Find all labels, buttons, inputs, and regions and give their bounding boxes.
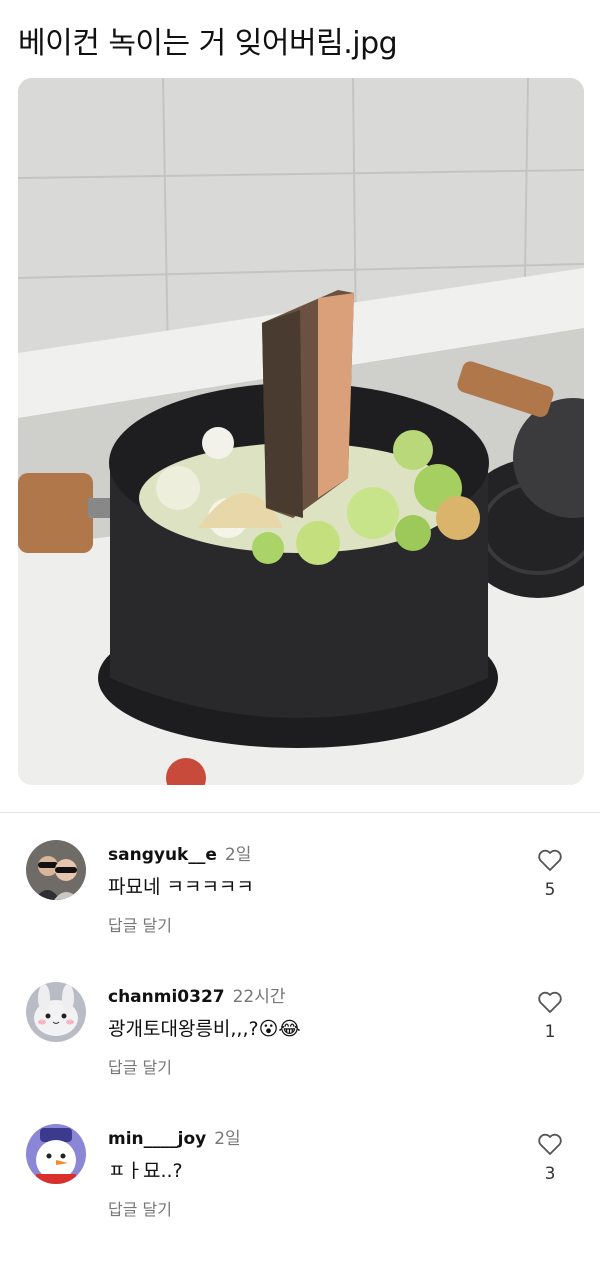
heart-icon[interactable]: [537, 1132, 563, 1156]
username[interactable]: min____joy: [108, 1129, 206, 1149]
snowman-avatar-icon: [26, 1124, 86, 1184]
like-button[interactable]: 5: [536, 848, 564, 900]
avatar[interactable]: [26, 1124, 86, 1184]
username[interactable]: sangyuk__e: [108, 845, 217, 865]
avatar[interactable]: [26, 982, 86, 1042]
comment-time: 22시간: [232, 987, 286, 1007]
comment-time: 2일: [214, 1129, 241, 1149]
reply-button[interactable]: 답글 달기: [108, 1054, 172, 1078]
like-count: 5: [544, 880, 556, 900]
reply-button[interactable]: 답글 달기: [108, 1196, 172, 1220]
comment-item: chanmi0327 22시간 광개토대왕릉비,,,?😮😂 답글 달기 1: [0, 982, 600, 1102]
bunny-character-avatar-icon: [26, 982, 86, 1042]
couple-photo-avatar-icon: [26, 840, 86, 900]
comment-text: 광개토대왕릉비,,,?😮😂: [108, 1018, 301, 1040]
post-title: 베이컨 녹이는 거 잊어버림.jpg: [18, 26, 398, 61]
comment-item: min____joy 2일 ㅍㅏ묘..? 답글 달기 3: [0, 1124, 600, 1244]
comment-text: ㅍㅏ묘..?: [108, 1160, 183, 1182]
comment-author[interactable]: chanmi0327 22시간: [108, 982, 286, 1007]
avatar[interactable]: [26, 840, 86, 900]
divider: [0, 812, 600, 813]
like-count: 3: [544, 1164, 556, 1184]
like-count: 1: [544, 1022, 556, 1042]
post-photo[interactable]: [18, 78, 584, 785]
reply-button[interactable]: 답글 달기: [108, 912, 172, 936]
comment-text: 파묘네 ㅋㅋㅋㅋㅋ: [108, 876, 254, 898]
comment-time: 2일: [224, 845, 252, 865]
like-button[interactable]: 3: [536, 1132, 564, 1184]
comment-author[interactable]: sangyuk__e 2일: [108, 840, 251, 865]
username[interactable]: chanmi0327: [108, 987, 225, 1007]
comment-item: sangyuk__e 2일 파묘네 ㅋㅋㅋㅋㅋ 답글 달기 5: [0, 840, 600, 960]
comment-author[interactable]: min____joy 2일: [108, 1124, 241, 1149]
like-button[interactable]: 1: [536, 990, 564, 1042]
heart-icon[interactable]: [537, 990, 563, 1014]
heart-icon[interactable]: [537, 848, 563, 872]
